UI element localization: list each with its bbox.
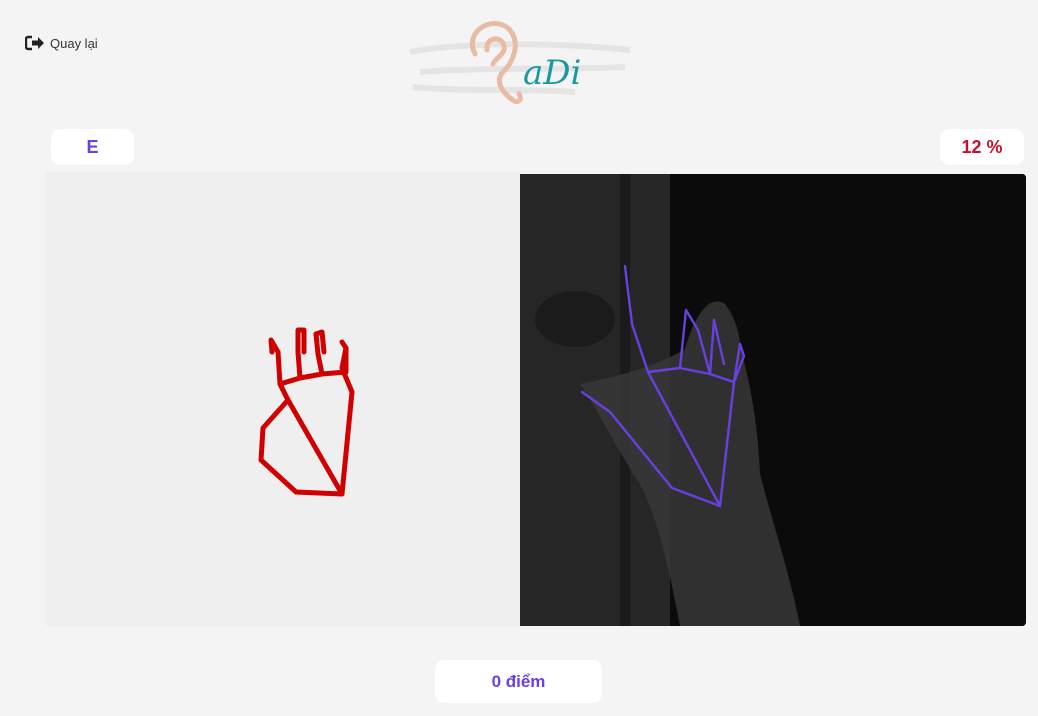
camera-feed	[520, 174, 1026, 626]
back-label: Quay lại	[50, 35, 98, 51]
sign-out-arrow-icon	[25, 35, 44, 51]
app-logo: aDi	[405, 12, 635, 112]
camera-feed-panel	[520, 174, 1026, 626]
target-letter-badge: E	[51, 129, 134, 165]
reference-sign-panel	[46, 172, 520, 626]
score-badge: 0 điểm	[435, 660, 602, 703]
reference-hand-skeleton	[258, 327, 355, 497]
match-percent-badge: 12 %	[940, 129, 1024, 165]
logo-text: aDi	[523, 53, 581, 93]
back-button[interactable]: Quay lại	[25, 35, 98, 51]
brush-strokes	[409, 41, 631, 95]
